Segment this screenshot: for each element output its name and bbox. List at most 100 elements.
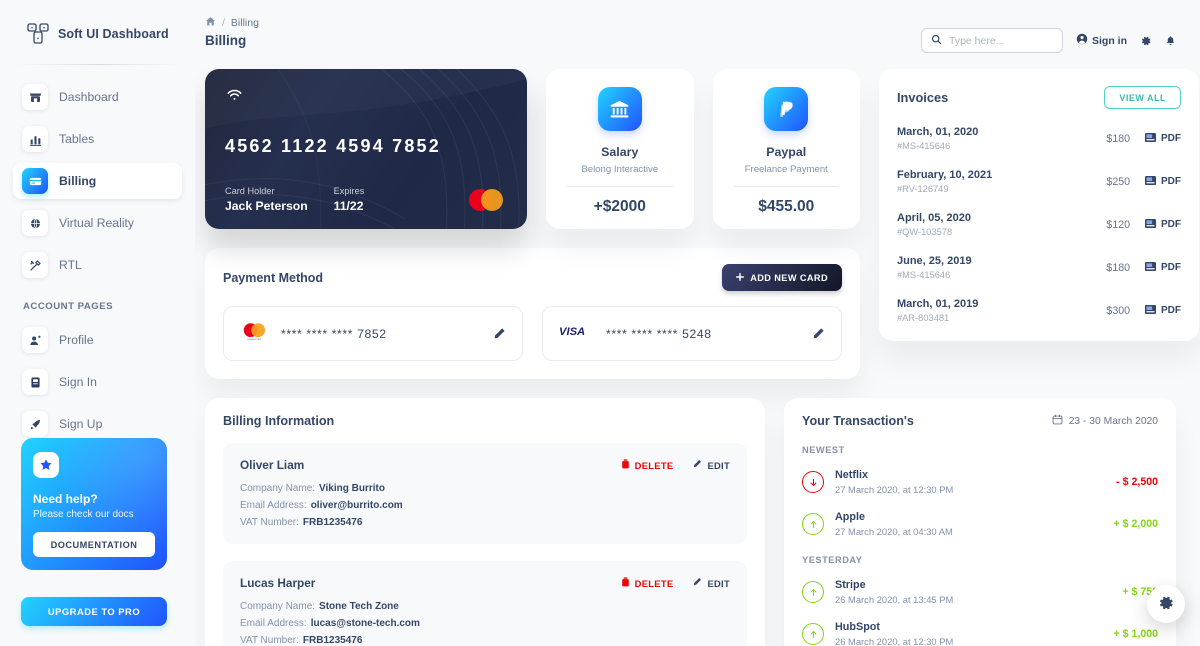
settings-tools-icon — [22, 252, 48, 278]
transactions-date-range[interactable]: 23 - 30 March 2020 — [1052, 414, 1158, 428]
bell-icon[interactable] — [1165, 35, 1176, 47]
vat-label: VAT Number: — [240, 517, 299, 528]
billing-item-header: Lucas Harper DELETE EDIT — [240, 576, 730, 590]
home-icon[interactable] — [205, 16, 216, 30]
edit-button[interactable]: EDIT — [692, 459, 730, 471]
invoice-row: March, 01, 2020 #MS-415646 $180 PDF — [897, 126, 1181, 151]
invoice-row: April, 05, 2020 #QW-103578 $120 PDF — [897, 212, 1181, 237]
card-top — [225, 87, 507, 107]
invoice-info: February, 10, 2021 #RV-126749 — [897, 169, 992, 194]
billing-item-vat: VAT Number: FRB1235476 — [240, 517, 730, 528]
invoices-header: Invoices VIEW ALL — [897, 86, 1181, 109]
documentation-button[interactable]: DOCUMENTATION — [33, 532, 155, 557]
breadcrumb-separator: / — [222, 17, 225, 29]
sidebar-item-billing[interactable]: Billing — [13, 163, 182, 199]
billing-item-company: Company Name: Viking Burrito — [240, 483, 730, 494]
vat-value: FRB1235476 — [302, 517, 363, 528]
transactions-title: Your Transaction's — [802, 414, 914, 428]
sidebar-item-profile[interactable]: Profile — [13, 322, 182, 358]
invoices-panel: Invoices VIEW ALL March, 01, 2020 #MS-41… — [879, 69, 1199, 341]
mastercard-icon: mastercard — [240, 321, 268, 346]
transactions-date-label: 23 - 30 March 2020 — [1068, 415, 1158, 427]
sidebar-item-rtl[interactable]: RTL — [13, 247, 182, 283]
credit-card-icon — [22, 168, 48, 194]
billing-item-header: Oliver Liam DELETE EDIT — [240, 458, 730, 472]
sidebar-item-label: Sign Up — [59, 417, 103, 431]
minicard-amount: +$2000 — [593, 198, 646, 215]
pencil-icon[interactable] — [492, 327, 506, 341]
profile-icon — [22, 327, 48, 353]
billing-page: Soft UI Dashboard Dashboard Tables Billi… — [0, 0, 1200, 646]
payment-card-mastercard[interactable]: mastercard **** **** **** 7852 — [223, 306, 523, 361]
pencil-icon[interactable] — [811, 327, 825, 341]
payment-card-visa[interactable]: VISA **** **** **** 5248 — [542, 306, 842, 361]
settings-fab-button[interactable] — [1147, 585, 1185, 623]
invoice-id: #AR-803481 — [897, 313, 950, 323]
billing-item-email: Email Address: oliver@burrito.com — [240, 500, 730, 511]
arrow-down-icon — [802, 471, 824, 493]
upgrade-to-pro-button[interactable]: UPGRADE TO PRO — [21, 597, 167, 626]
file-pdf-icon — [1144, 260, 1157, 276]
sidebar-item-dashboard[interactable]: Dashboard — [13, 79, 182, 115]
sidebar-item-sign-up[interactable]: Sign Up — [13, 406, 182, 442]
billing-information-title: Billing Information — [223, 414, 335, 428]
brand[interactable]: Soft UI Dashboard — [0, 0, 195, 64]
billing-information-item: Oliver Liam DELETE EDIT Company Name: Vi… — [223, 443, 747, 544]
invoice-pdf-button[interactable]: PDF — [1144, 217, 1181, 233]
transactions-panel: Your Transaction's 23 - 30 March 2020 NE… — [784, 398, 1176, 646]
svg-text:mastercard: mastercard — [247, 337, 261, 341]
transaction-name: Apple — [835, 511, 865, 523]
edit-button[interactable]: EDIT — [692, 577, 730, 589]
sign-in-button[interactable]: Sign in — [1076, 33, 1127, 48]
add-new-card-button[interactable]: ADD NEW CARD — [722, 264, 842, 291]
file-pdf-icon — [1144, 131, 1157, 147]
mastercard-icon — [465, 187, 507, 213]
sidebar-item-label: Virtual Reality — [59, 216, 134, 230]
minicard-divider — [733, 186, 839, 187]
email-label: Email Address: — [240, 618, 307, 629]
sidebar-item-tables[interactable]: Tables — [13, 121, 182, 157]
minicard-subtitle: Belong Interactive — [581, 164, 659, 175]
payment-method-title: Payment Method — [223, 270, 324, 285]
vat-label: VAT Number: — [240, 635, 299, 646]
invoice-pdf-button[interactable]: PDF — [1144, 174, 1181, 190]
transaction-info: Apple 27 March 2020, at 04:30 AM — [835, 511, 953, 537]
delete-button[interactable]: DELETE — [621, 577, 674, 589]
billing-item-actions: DELETE EDIT — [621, 459, 730, 471]
arrow-up-icon — [802, 581, 824, 603]
card-expires-label: Expires — [333, 186, 365, 196]
minicard-paypal: Paypal Freelance Payment $455.00 — [712, 69, 860, 229]
pdf-label: PDF — [1161, 262, 1181, 273]
invoice-pdf-button[interactable]: PDF — [1144, 303, 1181, 319]
sign-in-document-icon — [22, 369, 48, 395]
pencil-icon — [692, 577, 702, 589]
payment-method-header: Payment Method ADD NEW CARD — [223, 264, 842, 291]
billing-item-actions: DELETE EDIT — [621, 577, 730, 589]
billing-item-email: Email Address: lucas@stone-tech.com — [240, 618, 730, 629]
breadcrumb-current[interactable]: Billing — [231, 17, 259, 29]
sidebar-item-label: Sign In — [59, 375, 97, 389]
transaction-row: HubSpot 26 March 2020, at 12:30 PM + $ 1… — [802, 621, 1158, 646]
minicard-amount: $455.00 — [758, 198, 815, 215]
transactions-header: Your Transaction's 23 - 30 March 2020 — [802, 414, 1158, 428]
invoice-pdf-button[interactable]: PDF — [1144, 260, 1181, 276]
sidebar-item-virtual-reality[interactable]: Virtual Reality — [13, 205, 182, 241]
delete-label: DELETE — [634, 459, 674, 471]
pencil-icon — [692, 459, 702, 471]
view-all-button[interactable]: VIEW ALL — [1104, 86, 1181, 109]
gear-icon[interactable] — [1140, 35, 1152, 47]
invoice-pdf-button[interactable]: PDF — [1144, 131, 1181, 147]
delete-button[interactable]: DELETE — [621, 459, 674, 471]
transaction-amount: + $ 2,000 — [1113, 518, 1158, 530]
search-input[interactable] — [949, 34, 1053, 47]
pdf-label: PDF — [1161, 176, 1181, 187]
sidebar-item-sign-in[interactable]: Sign In — [13, 364, 182, 400]
sidebar: Soft UI Dashboard Dashboard Tables Billi… — [0, 0, 195, 646]
invoice-date: April, 05, 2020 — [897, 212, 971, 224]
invoice-date: March, 01, 2020 — [897, 126, 979, 138]
transaction-amount: + $ 1,000 — [1113, 628, 1158, 640]
search-icon — [931, 32, 942, 50]
transaction-name: Netflix — [835, 469, 868, 481]
edit-label: EDIT — [707, 459, 730, 471]
search-box[interactable] — [921, 28, 1063, 53]
